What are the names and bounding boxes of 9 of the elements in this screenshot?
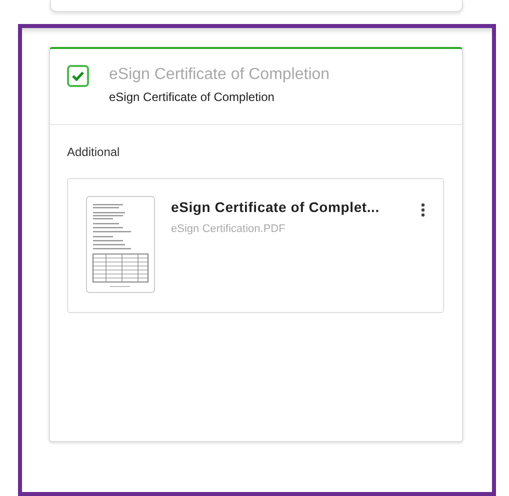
file-name: eSign Certification.PDF [171, 223, 286, 235]
file-title: eSign Certificate of Complet... [171, 199, 380, 215]
card-subtitle: eSign Certificate of Completion [109, 90, 276, 104]
card-title: eSign Certificate of Completion [109, 66, 330, 84]
more-icon[interactable] [421, 203, 425, 217]
checkbox[interactable] [67, 65, 89, 87]
check-icon [72, 71, 84, 81]
file-card[interactable]: eSign Certificate of Complet... eSign Certification.PDF [67, 178, 444, 313]
section-label: Additional [67, 145, 121, 159]
